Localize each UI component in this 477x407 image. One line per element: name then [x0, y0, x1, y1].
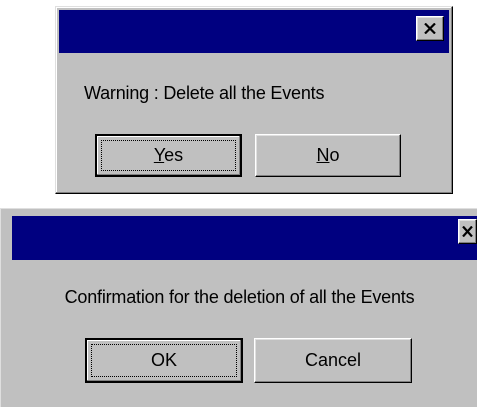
confirmation-dialog: Confirmation for the deletion of all the…: [0, 208, 477, 407]
no-button-label: No: [316, 145, 340, 165]
cancel-button[interactable]: Cancel: [254, 338, 412, 383]
no-button[interactable]: No: [255, 134, 401, 177]
yes-button[interactable]: Yes: [95, 134, 242, 177]
ok-button[interactable]: OK: [85, 338, 243, 383]
confirmation-dialog-titlebar[interactable]: [12, 216, 477, 260]
close-icon: [424, 23, 436, 34]
ok-button-label: OK: [150, 350, 177, 370]
close-icon: [462, 226, 473, 237]
confirmation-close-button[interactable]: [458, 219, 477, 244]
warning-close-button[interactable]: [416, 16, 444, 41]
confirmation-message: Confirmation for the deletion of all the…: [64, 287, 415, 307]
warning-dialog: Warning : Delete all the Events Yes No: [55, 6, 453, 194]
cancel-button-label: Cancel: [304, 350, 362, 370]
yes-button-label: Yes: [153, 145, 184, 165]
warning-dialog-titlebar[interactable]: [59, 10, 449, 53]
warning-message: Warning : Delete all the Events: [84, 83, 325, 103]
